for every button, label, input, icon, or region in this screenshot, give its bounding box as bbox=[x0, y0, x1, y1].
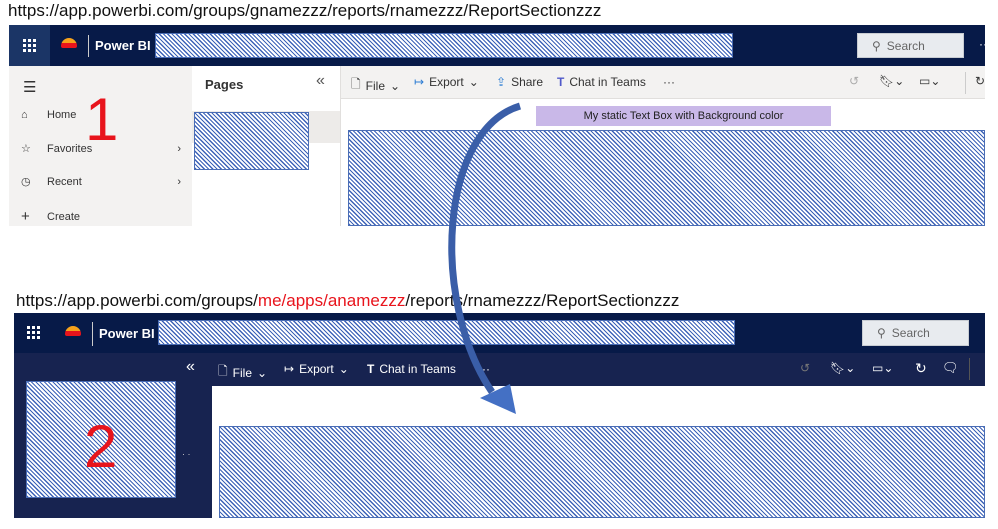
arrow-head bbox=[480, 384, 516, 414]
transition-arrow bbox=[448, 102, 522, 414]
arrow-curve bbox=[448, 102, 522, 394]
